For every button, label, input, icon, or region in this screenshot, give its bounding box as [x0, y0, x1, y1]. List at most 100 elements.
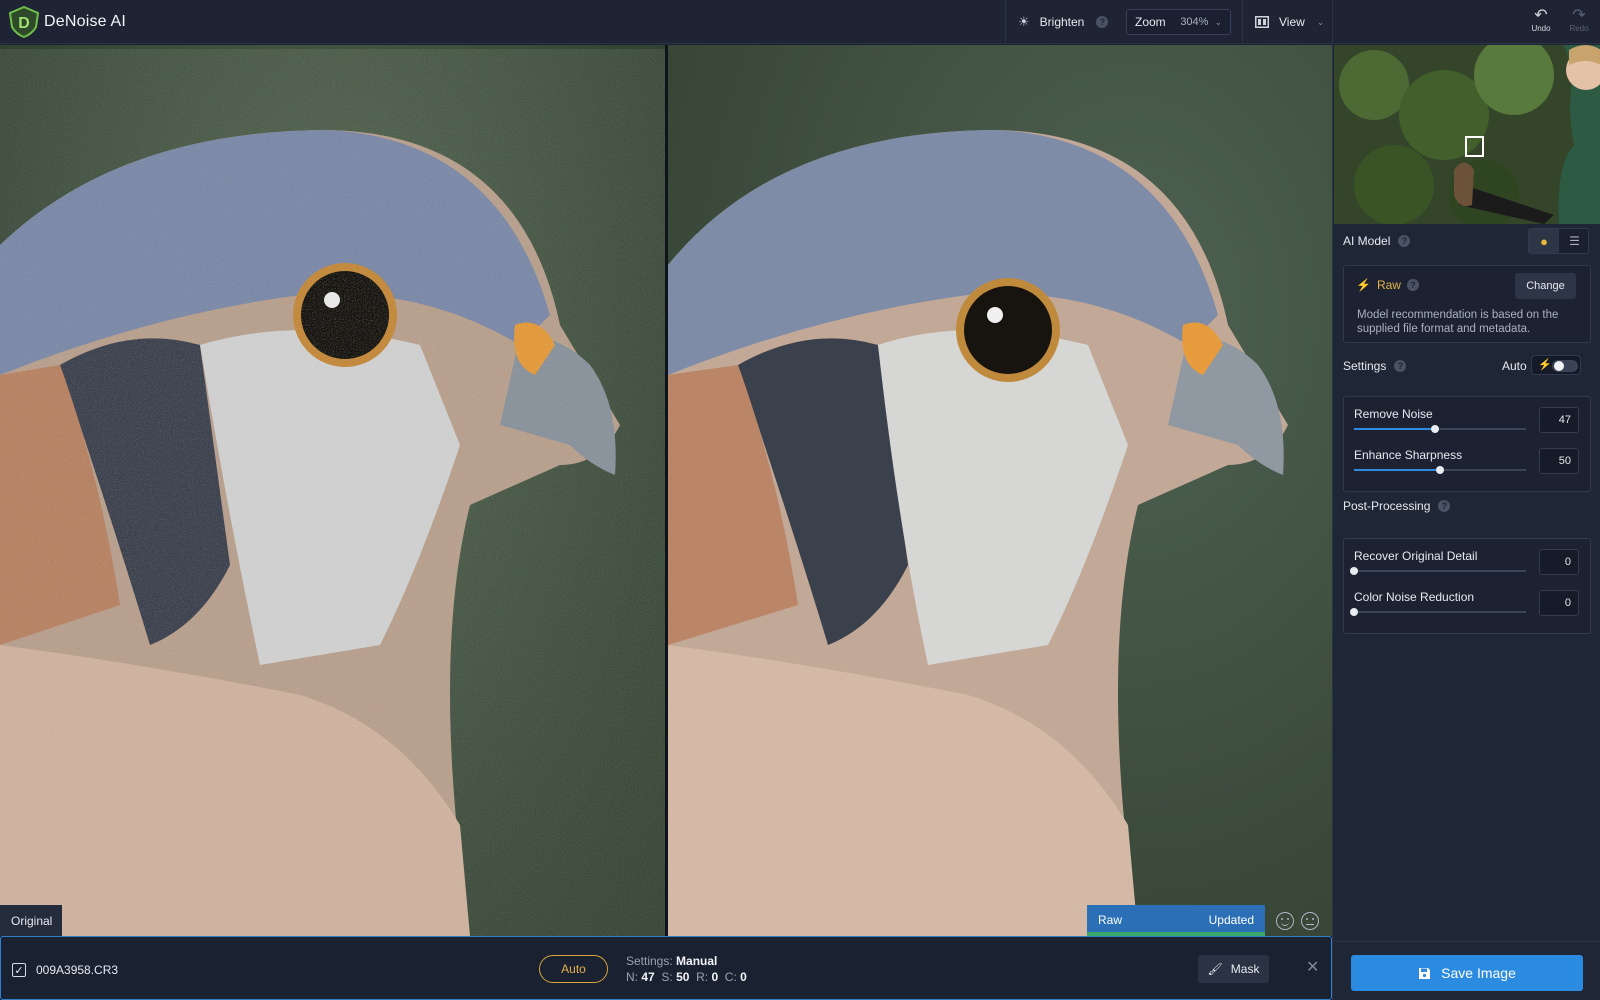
model-name-row: ⚡ Raw ? — [1356, 278, 1419, 292]
slider-track[interactable] — [1350, 608, 1526, 616]
settings-prefix: Settings: — [626, 954, 673, 968]
history-bar — [1332, 0, 1600, 44]
status-model: Raw — [1098, 913, 1123, 927]
filename: 009A3958.CR3 — [36, 963, 119, 977]
undo-button[interactable]: ↶ Undo — [1526, 7, 1556, 34]
brighten-label: Brighten — [1039, 15, 1085, 29]
view-label: View — [1279, 15, 1305, 29]
view-menu-button[interactable]: View ⌄ — [1242, 0, 1332, 44]
slider-fill — [1354, 428, 1435, 430]
view-split-icon — [1255, 16, 1269, 28]
kestrel-original-image — [0, 130, 620, 936]
c-label: C: — [724, 970, 737, 984]
status-state: Updated — [1208, 913, 1254, 927]
redo-icon: ↷ — [1572, 7, 1586, 24]
kestrel-processed-image — [668, 130, 1288, 936]
help-icon[interactable]: ? — [1406, 279, 1419, 291]
r-value: 0 — [711, 970, 719, 984]
original-tag: Original — [0, 905, 62, 936]
toggle-knob — [1552, 360, 1578, 372]
model-description: Model recommendation is based on the sup… — [1357, 309, 1559, 335]
slider-track[interactable] — [1354, 425, 1526, 433]
slider-value-input[interactable]: 47 — [1539, 407, 1579, 433]
neutral-face-icon[interactable] — [1301, 912, 1319, 930]
smile-icon[interactable] — [1276, 912, 1294, 930]
slider-label: Enhance Sharpness — [1354, 448, 1463, 462]
slider-track[interactable] — [1350, 567, 1526, 575]
model-card: ⚡ Raw ? Change Model recommendation is b… — [1343, 265, 1591, 343]
model-name: Raw — [1376, 278, 1401, 292]
chevron-down-icon: ⌄ — [1316, 16, 1325, 27]
slider-value-input[interactable]: 50 — [1539, 448, 1579, 474]
change-model-button[interactable]: Change — [1515, 273, 1576, 299]
help-icon[interactable]: ? — [1096, 16, 1109, 28]
slider-color-noise[interactable]: Color Noise Reduction 0 — [1350, 590, 1584, 626]
thumbnail-image — [1334, 45, 1600, 224]
settings-card: Remove Noise 47 Enhance Sharpness 50 — [1343, 396, 1591, 492]
bolt-icon: ⚡ — [1538, 359, 1552, 371]
s-label: S: — [661, 970, 673, 984]
settings-sidebar: AI Model ? ● ☰ ⚡ Raw ? Change Model reco… — [1332, 44, 1600, 1000]
help-icon[interactable]: ? — [1398, 235, 1411, 247]
slider-value-input[interactable]: 0 — [1539, 549, 1579, 575]
navigator-thumbnail[interactable] — [1334, 45, 1600, 224]
brighten-icon: ☀ — [1018, 14, 1030, 29]
mask-button[interactable]: 🖌 Mask — [1198, 955, 1269, 983]
bulb-icon[interactable]: ● — [1529, 229, 1559, 253]
slider-thumb[interactable] — [1350, 567, 1358, 575]
auto-button[interactable]: Auto — [539, 955, 608, 983]
save-icon — [1419, 967, 1431, 979]
slider-recover-detail[interactable]: Recover Original Detail 0 — [1350, 549, 1584, 585]
logo-icon: D — [8, 6, 40, 38]
save-label: Save Image — [1441, 965, 1516, 981]
slider-enhance-sharpness[interactable]: Enhance Sharpness 50 — [1354, 448, 1584, 484]
check-icon: ✓ — [14, 964, 24, 977]
zoom-label: Zoom — [1135, 15, 1166, 29]
zoom-value: 304% — [1180, 16, 1209, 28]
bolt-icon: ⚡ — [1356, 278, 1371, 292]
post-processing-title: Post-Processing — [1343, 499, 1431, 513]
model-status-strip: Raw Updated — [1087, 905, 1265, 936]
list-icon[interactable]: ☰ — [1560, 229, 1589, 253]
n-value: 47 — [641, 970, 655, 984]
c-value: 0 — [740, 970, 747, 984]
slider-label: Remove Noise — [1354, 407, 1433, 421]
redo-label: Redo — [1569, 24, 1589, 33]
undo-icon: ↶ — [1534, 7, 1548, 24]
svg-text:D: D — [18, 15, 30, 32]
model-view-toggle[interactable]: ● ☰ — [1528, 228, 1589, 254]
close-icon[interactable]: ✕ — [1306, 957, 1319, 977]
r-label: R: — [696, 970, 709, 984]
settings-summary: Settings: Manual N: 47 S: 50 R: 0 C: 0 — [626, 953, 747, 985]
original-preview-pane[interactable] — [0, 45, 665, 936]
post-processing-header: Post-Processing ? — [1343, 499, 1451, 513]
slider-thumb[interactable] — [1350, 608, 1358, 616]
help-icon[interactable]: ? — [1394, 360, 1407, 372]
top-toolbar: D DeNoise AI ☀ Brighten ? Zoom 304% ⌄ Vi… — [0, 0, 1332, 44]
processed-preview-pane[interactable] — [668, 45, 1332, 936]
post-processing-card: Recover Original Detail 0 Color Noise Re… — [1343, 538, 1591, 634]
slider-thumb[interactable] — [1430, 425, 1439, 433]
ai-model-header: AI Model ? — [1343, 234, 1411, 248]
save-image-button[interactable]: Save Image — [1351, 955, 1583, 991]
auto-toggle[interactable]: ⚡ — [1531, 355, 1581, 375]
settings-title: Settings — [1343, 359, 1387, 373]
s-value: 50 — [676, 970, 690, 984]
slider-value-input[interactable]: 0 — [1539, 590, 1579, 616]
chevron-down-icon: ⌄ — [1214, 16, 1222, 27]
n-label: N: — [626, 970, 638, 984]
divider — [1333, 941, 1600, 942]
redo-button[interactable]: ↷ Redo — [1564, 7, 1594, 34]
slider-thumb[interactable] — [1436, 466, 1444, 474]
zoom-select[interactable]: Zoom 304% ⌄ — [1126, 9, 1231, 35]
file-checkbox[interactable]: ✓ — [12, 963, 26, 977]
slider-track[interactable] — [1354, 466, 1526, 474]
slider-remove-noise[interactable]: Remove Noise 47 — [1354, 407, 1584, 443]
file-row[interactable]: ✓ 009A3958.CR3 Auto Settings: Manual N: … — [0, 936, 1332, 1000]
slider-label: Color Noise Reduction — [1354, 590, 1475, 604]
brighten-button[interactable]: ☀ Brighten ? — [1005, 0, 1114, 44]
undo-label: Undo — [1531, 24, 1551, 33]
auto-label: Auto — [1502, 359, 1527, 373]
help-icon[interactable]: ? — [1438, 500, 1451, 512]
app-title: DeNoise AI — [44, 13, 127, 30]
